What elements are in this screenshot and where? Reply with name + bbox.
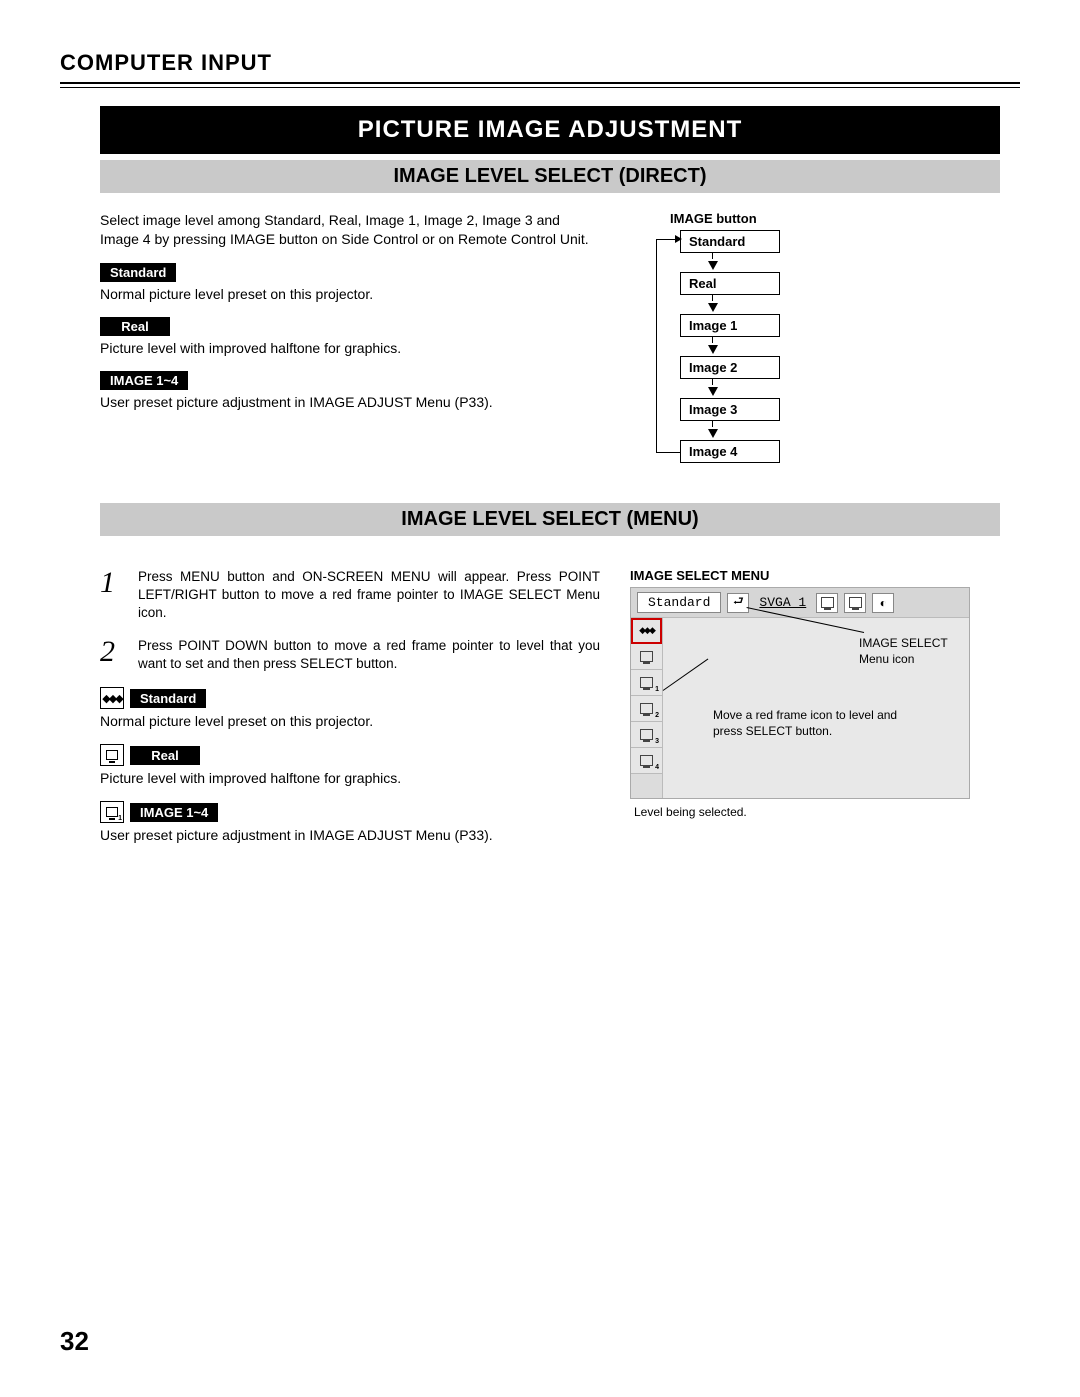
step-1: 1 Press MENU button and ON-SCREEN MENU w… — [100, 568, 600, 623]
desc-image14-2: User preset picture adjustment in IMAGE … — [100, 826, 600, 844]
flow-box-standard: Standard — [680, 230, 780, 253]
label-image14-2: IMAGE 1~4 — [130, 803, 218, 822]
menu-side-column: ◆◆◆ 1 2 3 4 — [631, 618, 663, 798]
flow-heading: IMAGE button — [670, 211, 1000, 226]
arrow-down-icon — [708, 429, 718, 438]
menu-mode-label: Standard — [637, 592, 721, 613]
side-item-image1: 1 — [631, 670, 662, 696]
callout-menu-icon: IMAGE SELECT Menu icon — [859, 636, 979, 667]
flow-box-image1: Image 1 — [680, 314, 780, 337]
menu-heading: IMAGE SELECT MENU — [630, 568, 1000, 583]
desc-image14: User preset picture adjustment in IMAGE … — [100, 393, 600, 411]
standard-mode-icon: ◆◆◆ — [100, 687, 124, 709]
step-2: 2 Press POINT DOWN button to move a red … — [100, 637, 600, 673]
screen-icon — [816, 593, 838, 613]
callout-selected: Level being selected. — [634, 805, 1000, 821]
label-standard: Standard — [100, 263, 176, 282]
return-line — [656, 239, 680, 453]
side-item-image4: 4 — [631, 748, 662, 774]
page-number: 32 — [60, 1326, 89, 1357]
arrow-down-icon — [708, 387, 718, 396]
side-item-image3: 3 — [631, 722, 662, 748]
side-item-real — [631, 644, 662, 670]
subsection-direct: IMAGE LEVEL SELECT (DIRECT) — [100, 160, 1000, 193]
desc-standard-2: Normal picture level preset on this proj… — [100, 712, 600, 730]
side-item-image2: 2 — [631, 696, 662, 722]
desc-standard: Normal picture level preset on this proj… — [100, 285, 600, 303]
image-preset-icon: 1 — [100, 801, 124, 823]
intro-text: Select image level among Standard, Real,… — [100, 211, 600, 249]
label-real-2: Real — [130, 746, 200, 765]
flow-diagram: Standard Real Image 1 Image 2 Image 3 Im… — [680, 230, 1000, 463]
step-number: 1 — [100, 568, 124, 623]
return-arrow-icon — [675, 235, 682, 243]
arrow-down-icon — [708, 345, 718, 354]
label-standard-2: Standard — [130, 689, 206, 708]
flow-box-image3: Image 3 — [680, 398, 780, 421]
menu-screenshot: Standard ⮐ SVGA 1 ◐ ◆◆◆ 1 2 3 4 — [630, 587, 970, 799]
side-item-standard: ◆◆◆ — [631, 618, 662, 644]
screen-icon-2 — [844, 593, 866, 613]
desc-real: Picture level with improved halftone for… — [100, 339, 600, 357]
callout-line-move — [663, 659, 709, 691]
flow-box-real: Real — [680, 272, 780, 295]
label-real: Real — [100, 317, 170, 336]
step-number: 2 — [100, 637, 124, 673]
step-text: Press MENU button and ON-SCREEN MENU wil… — [138, 568, 600, 623]
desc-real-2: Picture level with improved halftone for… — [100, 769, 600, 787]
real-mode-icon — [100, 744, 124, 766]
header-rule — [60, 82, 1020, 88]
callout-move: Move a red frame icon to level and press… — [713, 708, 923, 739]
flow-box-image2: Image 2 — [680, 356, 780, 379]
menu-top-bar: Standard ⮐ SVGA 1 ◐ — [631, 588, 969, 618]
page-title: PICTURE IMAGE ADJUSTMENT — [100, 106, 1000, 154]
setting-icon: ◐ — [872, 593, 894, 613]
flow-box-image4: Image 4 — [680, 440, 780, 463]
arrow-down-icon — [708, 261, 718, 270]
arrow-down-icon — [708, 303, 718, 312]
input-icon: ⮐ — [727, 593, 749, 613]
label-image14: IMAGE 1~4 — [100, 371, 188, 390]
subsection-menu: IMAGE LEVEL SELECT (MENU) — [100, 503, 1000, 536]
step-text: Press POINT DOWN button to move a red fr… — [138, 637, 600, 673]
chapter-header: COMPUTER INPUT — [60, 50, 1020, 82]
signal-label: SVGA 1 — [755, 595, 810, 610]
